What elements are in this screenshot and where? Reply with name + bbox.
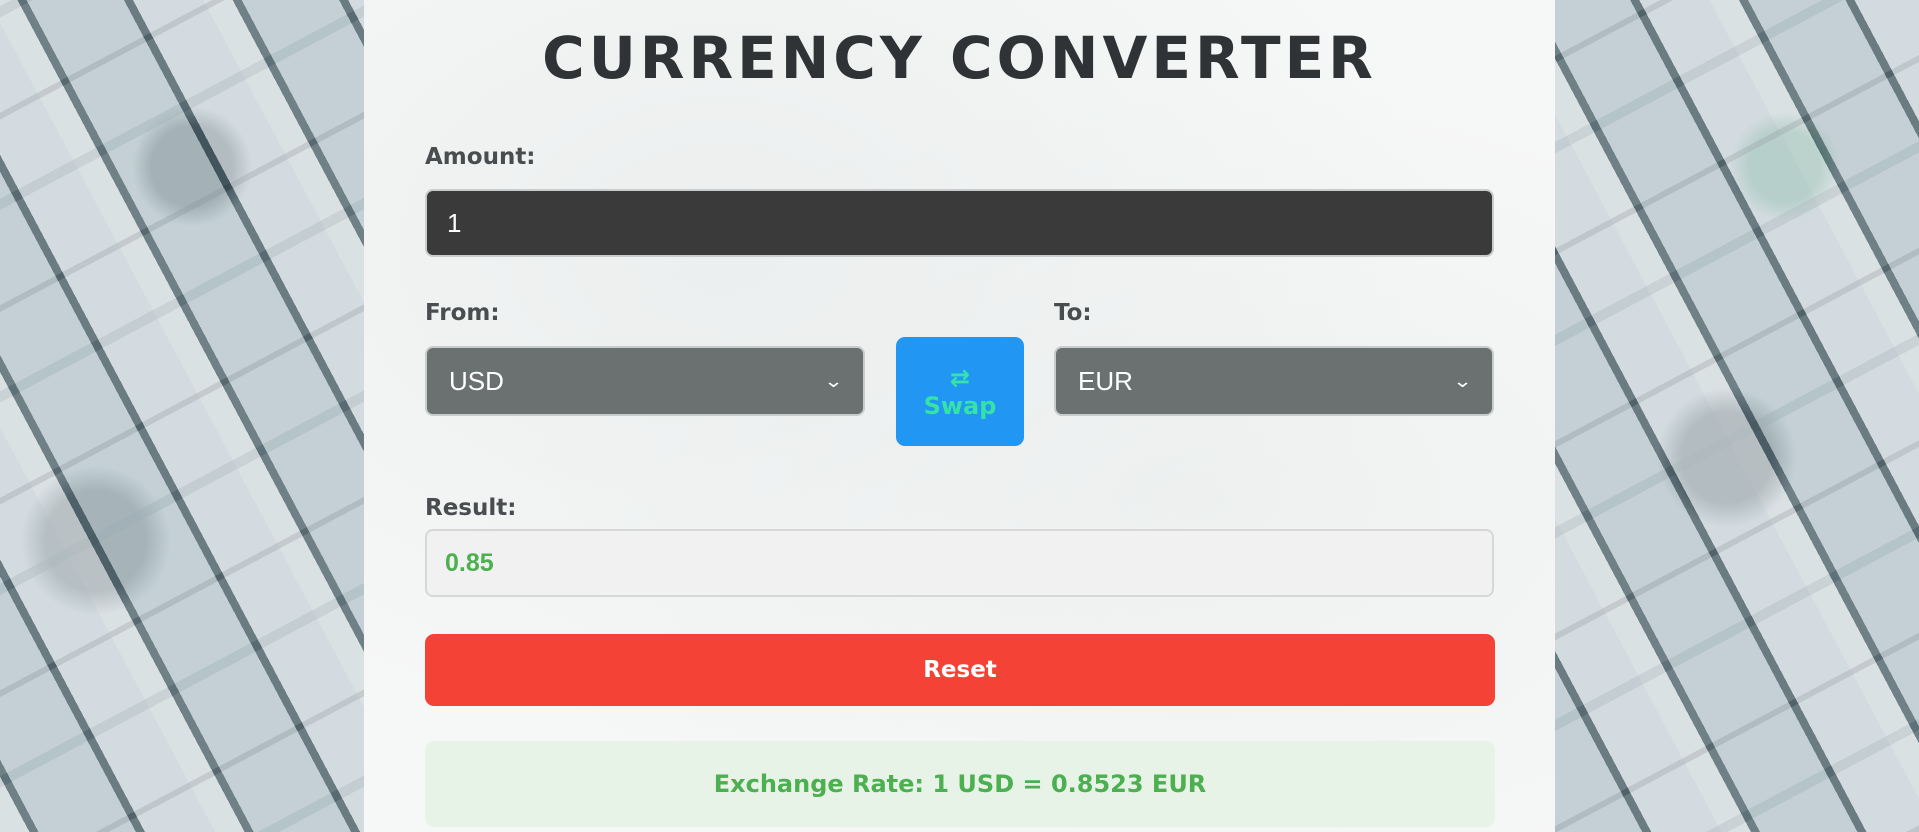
to-label: To: [1054, 300, 1092, 326]
reset-label: Reset [923, 657, 997, 683]
reset-button[interactable]: Reset [425, 634, 1495, 706]
from-currency-value: USD [449, 365, 504, 396]
result-value: 0.85 [445, 548, 494, 577]
page-title: CURRENCY CONVERTER [542, 24, 1377, 92]
amount-label: Amount: [425, 144, 536, 170]
swap-arrows-icon: ⇄ [949, 363, 971, 392]
exchange-rate-panel: Exchange Rate: 1 USD = 0.8523 EUR [425, 741, 1495, 827]
converter-card: CURRENCY CONVERTER Amount: 1 From: USD ⌄… [364, 0, 1555, 832]
to-currency-select[interactable]: EUR ⌄ [1054, 346, 1494, 416]
swap-button[interactable]: ⇄ Swap [896, 337, 1024, 446]
amount-input[interactable]: 1 [425, 189, 1494, 257]
amount-value: 1 [447, 207, 462, 238]
page: CURRENCY CONVERTER Amount: 1 From: USD ⌄… [0, 0, 1919, 832]
chevron-down-icon: ⌄ [1452, 370, 1473, 391]
chevron-down-icon: ⌄ [823, 370, 844, 391]
result-field: 0.85 [425, 529, 1494, 597]
to-currency-value: EUR [1078, 365, 1133, 396]
swap-label: Swap [923, 391, 997, 420]
exchange-rate-text: Exchange Rate: 1 USD = 0.8523 EUR [713, 770, 1207, 798]
result-label: Result: [425, 495, 517, 521]
from-label: From: [425, 300, 500, 326]
from-currency-select[interactable]: USD ⌄ [425, 346, 865, 416]
